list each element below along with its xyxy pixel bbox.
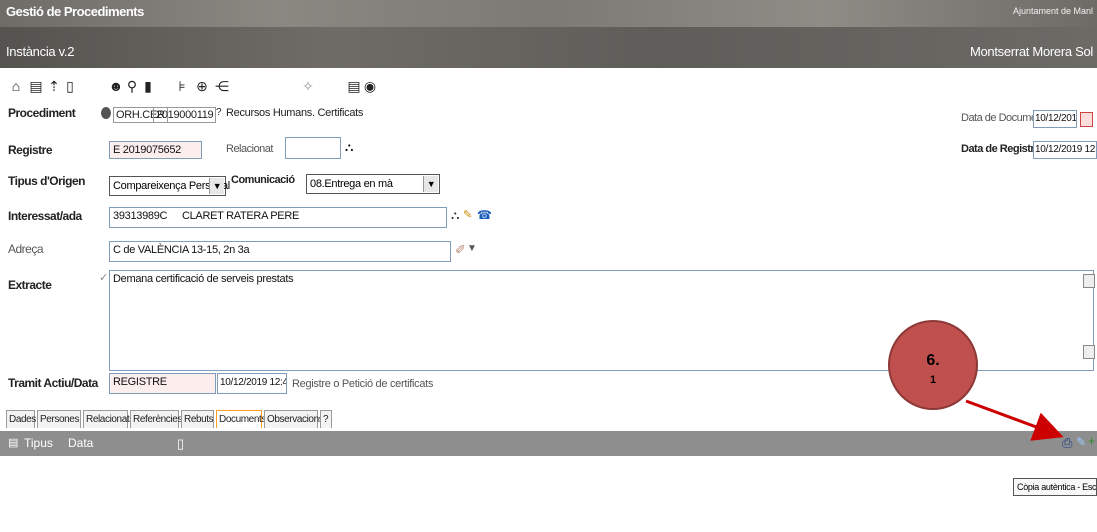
- config-icon[interactable]: ✧: [300, 78, 316, 94]
- chevron-down-icon[interactable]: ▼: [467, 243, 477, 254]
- procediment-number: 2019000119: [153, 107, 217, 123]
- tooltip: Còpia autèntica - Escaneig se: [1013, 478, 1097, 496]
- tab-rebuts[interactable]: Rebuts: [181, 410, 214, 428]
- calendar-icon[interactable]: [1080, 112, 1093, 127]
- tramit-description: Registre o Petició de certificats: [292, 378, 434, 390]
- tab-documents[interactable]: Documents: [216, 410, 266, 428]
- interessat-input[interactable]: 39313989C CLARET RATERA PERE: [109, 207, 447, 228]
- doc-icon[interactable]: ▮: [140, 78, 156, 94]
- instance-bar: Instància v.2 Montserrat Morera Sol: [0, 27, 1097, 68]
- edit-icon[interactable]: ✎: [463, 208, 472, 221]
- upload-icon[interactable]: ⇡: [46, 78, 62, 94]
- user-name: Montserrat Morera Sol: [969, 44, 1093, 59]
- save-icon[interactable]: ▯: [62, 78, 78, 94]
- registre-label: Registre: [8, 143, 53, 157]
- chevron-down-icon[interactable]: ▼: [423, 176, 438, 192]
- tab-referencies[interactable]: Referències: [130, 410, 182, 428]
- spellcheck-icon[interactable]: ✓: [99, 271, 108, 284]
- tipus-origen-label: Tipus d'Origen: [8, 174, 85, 188]
- interessat-label: Interessat/ada: [8, 209, 82, 223]
- tab-help[interactable]: ?: [320, 410, 332, 428]
- interessat-name: CLARET RATERA PERE: [181, 210, 300, 222]
- tramit-input[interactable]: REGISTRE: [109, 373, 216, 394]
- address-edit-icon[interactable]: ✐: [455, 242, 466, 258]
- toolbar: ⌂ ▤ ⇡ ▯ ☻ ⚲ ▮ ⊧ ⊕ ⋲ ✧ ▤ ◉: [0, 78, 400, 98]
- scroll-up-button[interactable]: [1083, 274, 1095, 288]
- interessat-id: 39313989C: [113, 210, 168, 222]
- procediment-description: Recursos Humans. Certificats: [226, 107, 364, 119]
- registre-input[interactable]: E 2019075652: [109, 141, 202, 159]
- tree-icon[interactable]: ⊧: [174, 78, 190, 94]
- comunicacio-select[interactable]: 08.Entrega en mà ▼: [306, 174, 440, 194]
- tramit-date: 10/12/2019 12:43: [217, 373, 287, 394]
- home-icon[interactable]: ⌂: [8, 78, 24, 94]
- adreca-label: Adreça: [8, 242, 44, 256]
- documents-grid-header: ▤ Tipus Data ▯ ⎙ ✎ +: [0, 431, 1097, 456]
- scroll-down-button[interactable]: [1083, 345, 1095, 359]
- info-icon[interactable]: [101, 107, 111, 119]
- tab-relacionats[interactable]: Relacionats: [83, 410, 134, 428]
- relacionat-label: Relacionat: [226, 143, 273, 155]
- add-icon[interactable]: +: [1088, 434, 1095, 448]
- relacionat-input[interactable]: [285, 137, 341, 159]
- data-document-input[interactable]: 10/12/2019: [1033, 110, 1077, 128]
- step-sub: 1: [929, 374, 937, 386]
- callout-arrow: [965, 399, 1064, 441]
- comunicacio-label: Comunicació: [231, 174, 295, 186]
- instance-title: Instància v.2: [6, 44, 75, 59]
- municipality-logo: Ajuntament de Manl: [1013, 6, 1093, 16]
- binoculars-icon[interactable]: ⛬: [451, 208, 459, 223]
- data-registre-input[interactable]: 10/12/2019 12:4: [1033, 141, 1097, 159]
- user-group-icon[interactable]: ☻: [108, 78, 124, 94]
- adreca-input[interactable]: C de VALÈNCIA 13-15, 2n 3a: [109, 241, 451, 262]
- network-icon[interactable]: ⊕: [194, 78, 210, 94]
- col-data[interactable]: Data: [68, 436, 93, 450]
- chevron-down-icon[interactable]: ▼: [209, 178, 224, 194]
- extracte-label: Extracte: [8, 278, 52, 292]
- tipus-origen-select[interactable]: Compareixença Personal ▼: [109, 176, 230, 196]
- comunicacio-value: 08.Entrega en mà: [310, 178, 393, 190]
- grid-doc-icon: ▤: [8, 437, 19, 449]
- municipality-name: Ajuntament de Manl: [1012, 6, 1093, 16]
- help-icon[interactable]: ?: [216, 107, 222, 118]
- tab-dades[interactable]: Dades: [6, 410, 36, 428]
- app-title: Gestió de Procediments: [6, 4, 144, 19]
- radio-icon[interactable]: ◉: [362, 78, 378, 94]
- scan-sign-icon[interactable]: ✎: [1076, 435, 1086, 449]
- clip-icon[interactable]: ⚲: [124, 78, 140, 94]
- app-header: Gestió de Procediments Ajuntament de Man…: [0, 0, 1097, 27]
- phone-icon[interactable]: ☎: [477, 208, 492, 222]
- page-icon[interactable]: ▤: [346, 78, 362, 94]
- col-tipus[interactable]: Tipus: [24, 436, 53, 450]
- extracte-value: Demana certificació de serveis prestats: [113, 273, 294, 285]
- print-icon[interactable]: ▤: [28, 78, 44, 94]
- tab-observacions[interactable]: Observacions: [264, 410, 324, 428]
- doc-icon: ▯: [177, 436, 185, 451]
- tab-persones[interactable]: Persones: [37, 410, 81, 428]
- procediment-label: Procediment: [8, 106, 76, 120]
- flow-icon[interactable]: ⋲: [214, 78, 230, 94]
- tramit-label: Tramit Actiu/Data: [8, 376, 98, 390]
- step-number: 6.: [926, 352, 940, 369]
- data-registre-label: Data de Registre: [961, 143, 1040, 155]
- binoculars-icon[interactable]: ⛬: [345, 140, 353, 155]
